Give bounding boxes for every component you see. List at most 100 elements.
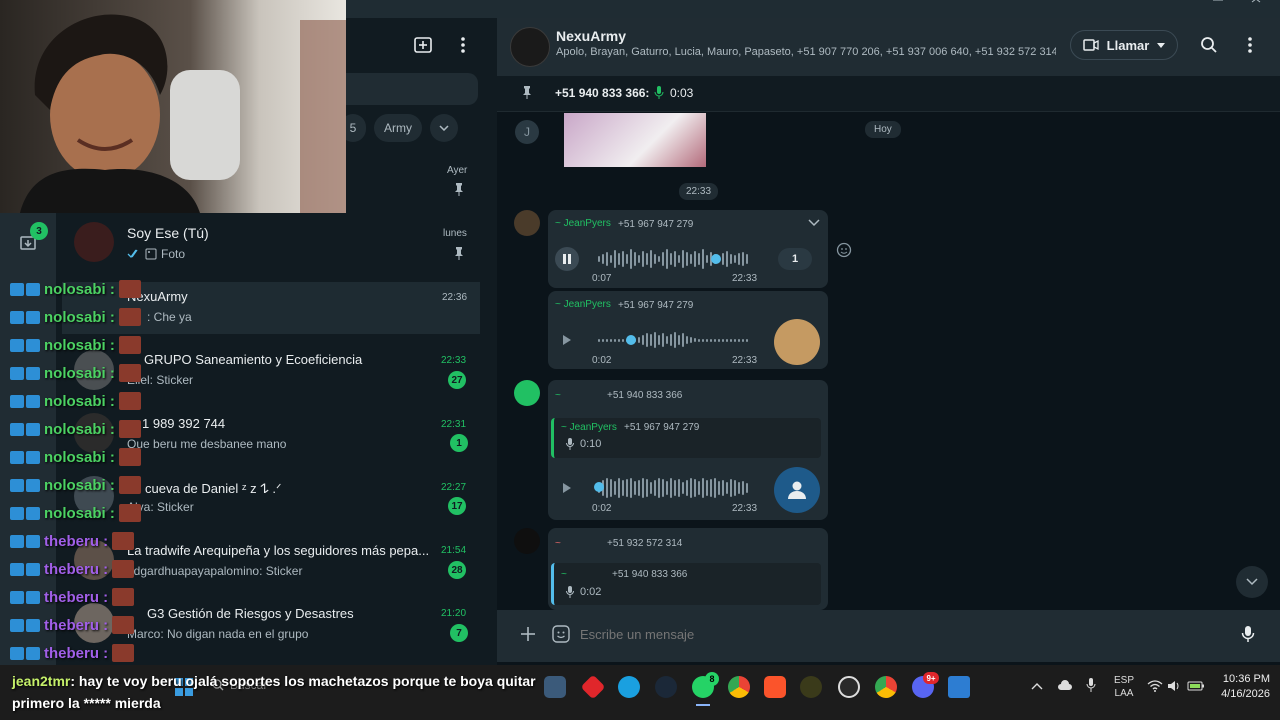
menu-icon[interactable] (455, 35, 471, 55)
group-name[interactable]: NexuArmy (556, 28, 626, 44)
voice-waveform[interactable] (598, 329, 750, 351)
chat-time: 21:20 (441, 608, 467, 619)
waveform-bar (598, 256, 600, 262)
stream-chat-username: nolosabi : (44, 364, 115, 382)
close-icon[interactable] (1246, 0, 1266, 8)
waveform-bar (618, 253, 620, 265)
chat-name[interactable]: cueva de Daniel ᶻ z 𐰁 .ᐟ (145, 479, 282, 497)
stream-chat-line: theberu : (10, 586, 135, 608)
brave-app-icon[interactable] (764, 676, 786, 698)
waveform-bar (642, 478, 644, 498)
pause-button[interactable] (555, 247, 579, 271)
obs-app-icon[interactable] (838, 676, 860, 698)
call-button[interactable]: Llamar (1070, 30, 1178, 60)
chat-name[interactable]: G3 Gestión de Riesgos y Desastres (147, 606, 354, 621)
emote-icon (118, 420, 141, 438)
message-sender: ~ (555, 538, 561, 549)
chat-preview: Que beru me desbanee mano (127, 437, 287, 451)
image-message[interactable] (564, 113, 706, 167)
playback-position-handle[interactable] (626, 335, 636, 345)
system-clock[interactable]: 10:36 PM 4/16/2026 (1214, 672, 1270, 702)
waveform-bar (734, 480, 736, 496)
browser-app-icon[interactable] (618, 676, 640, 698)
message-phone: +51 940 833 366 (607, 390, 683, 401)
video-call-icon (1082, 39, 1099, 51)
chat-name[interactable]: GRUPO Saneamiento y Ecoeficiencia (144, 352, 362, 367)
cloud-icon[interactable] (1057, 680, 1073, 691)
waveform-bar (706, 338, 708, 342)
steam-app-icon[interactable] (655, 676, 677, 698)
chat-name[interactable]: Soy Ese (Tú) (127, 225, 209, 241)
waveform-bar (662, 252, 664, 266)
chat-time: 22:27 (441, 482, 467, 493)
waveform-bar (598, 338, 600, 342)
waveform-bar (626, 479, 628, 497)
microphone-tray-icon[interactable] (1086, 678, 1096, 692)
filter-dropdown-button[interactable] (430, 114, 458, 142)
waveform-bar (718, 338, 720, 342)
conversation-menu-icon[interactable] (1242, 36, 1258, 54)
waveform-bar (742, 481, 744, 495)
tray-expand-icon[interactable] (1031, 682, 1043, 690)
badge-icon (26, 534, 40, 548)
voice-waveform[interactable] (598, 477, 750, 499)
message-time: 22:33 (732, 503, 758, 514)
waveform-bar (726, 338, 728, 342)
scroll-down-button[interactable] (1236, 566, 1268, 598)
group-avatar[interactable] (510, 27, 550, 67)
waveform-bar (738, 338, 740, 342)
chat-name[interactable]: 1 989 392 744 (142, 416, 225, 431)
search-input[interactable] (346, 73, 478, 105)
playback-speed-button[interactable]: 1 (778, 248, 812, 270)
search-icon[interactable] (1200, 36, 1218, 54)
waveform-bar (746, 483, 748, 493)
stream-chat-username: nolosabi : (44, 280, 115, 298)
quoted-sender: ~ JeanPyers (561, 422, 617, 433)
waveform-bar (690, 254, 692, 264)
emoji-icon[interactable] (552, 625, 570, 643)
waveform-bar (702, 338, 704, 342)
emoji-react-icon[interactable] (836, 242, 852, 258)
stream-chat-username: nolosabi : (44, 336, 115, 354)
call-label: Llamar (1106, 37, 1150, 53)
waveform-bar (682, 333, 684, 347)
chat-name[interactable]: La tradwife Arequipeña y los seguidores … (127, 543, 435, 558)
waveform-bar (686, 336, 688, 344)
play-icon[interactable] (562, 482, 572, 494)
stream-chat-line: nolosabi : (10, 278, 141, 300)
battery-icon[interactable] (1187, 680, 1205, 692)
pin-icon (453, 246, 465, 260)
playback-position-handle[interactable] (594, 482, 604, 492)
stream-chat-line: theberu : (10, 614, 135, 636)
microphone-icon[interactable] (1241, 625, 1255, 643)
attach-plus-icon[interactable] (520, 626, 536, 642)
wifi-icon[interactable] (1147, 680, 1163, 692)
input-language[interactable]: ESP LAA (1114, 674, 1134, 700)
active-app-indicator (696, 704, 710, 706)
new-chat-icon[interactable] (413, 35, 433, 55)
chat-preview: Foto (161, 247, 186, 261)
waveform-bar (722, 338, 724, 342)
playback-position-handle[interactable] (711, 254, 721, 264)
badge-icon (10, 478, 24, 492)
notepad-app-icon[interactable] (948, 676, 970, 698)
archived-count-badge: 3 (30, 222, 48, 240)
waveform-bar (694, 251, 696, 267)
emote-icon (118, 336, 141, 354)
play-icon[interactable] (562, 334, 572, 346)
chrome-app-icon[interactable] (728, 676, 750, 698)
message-input[interactable] (580, 622, 1220, 646)
language-code: ESP (1114, 675, 1135, 686)
stream-chat-line: theberu : (10, 642, 135, 664)
chrome-profile-app-icon[interactable] (875, 676, 897, 698)
volume-icon[interactable] (1167, 680, 1181, 692)
message-options-icon[interactable] (808, 219, 820, 227)
app-icon[interactable] (800, 676, 822, 698)
waveform-bar (618, 478, 620, 498)
voice-waveform[interactable] (598, 248, 750, 270)
chat-preview-row: Foto (127, 247, 185, 261)
unread-badge: 17 (448, 497, 466, 515)
minimize-icon[interactable] (1208, 0, 1228, 8)
badge-icon (10, 450, 24, 464)
filter-chip-army[interactable]: Army (374, 114, 422, 142)
